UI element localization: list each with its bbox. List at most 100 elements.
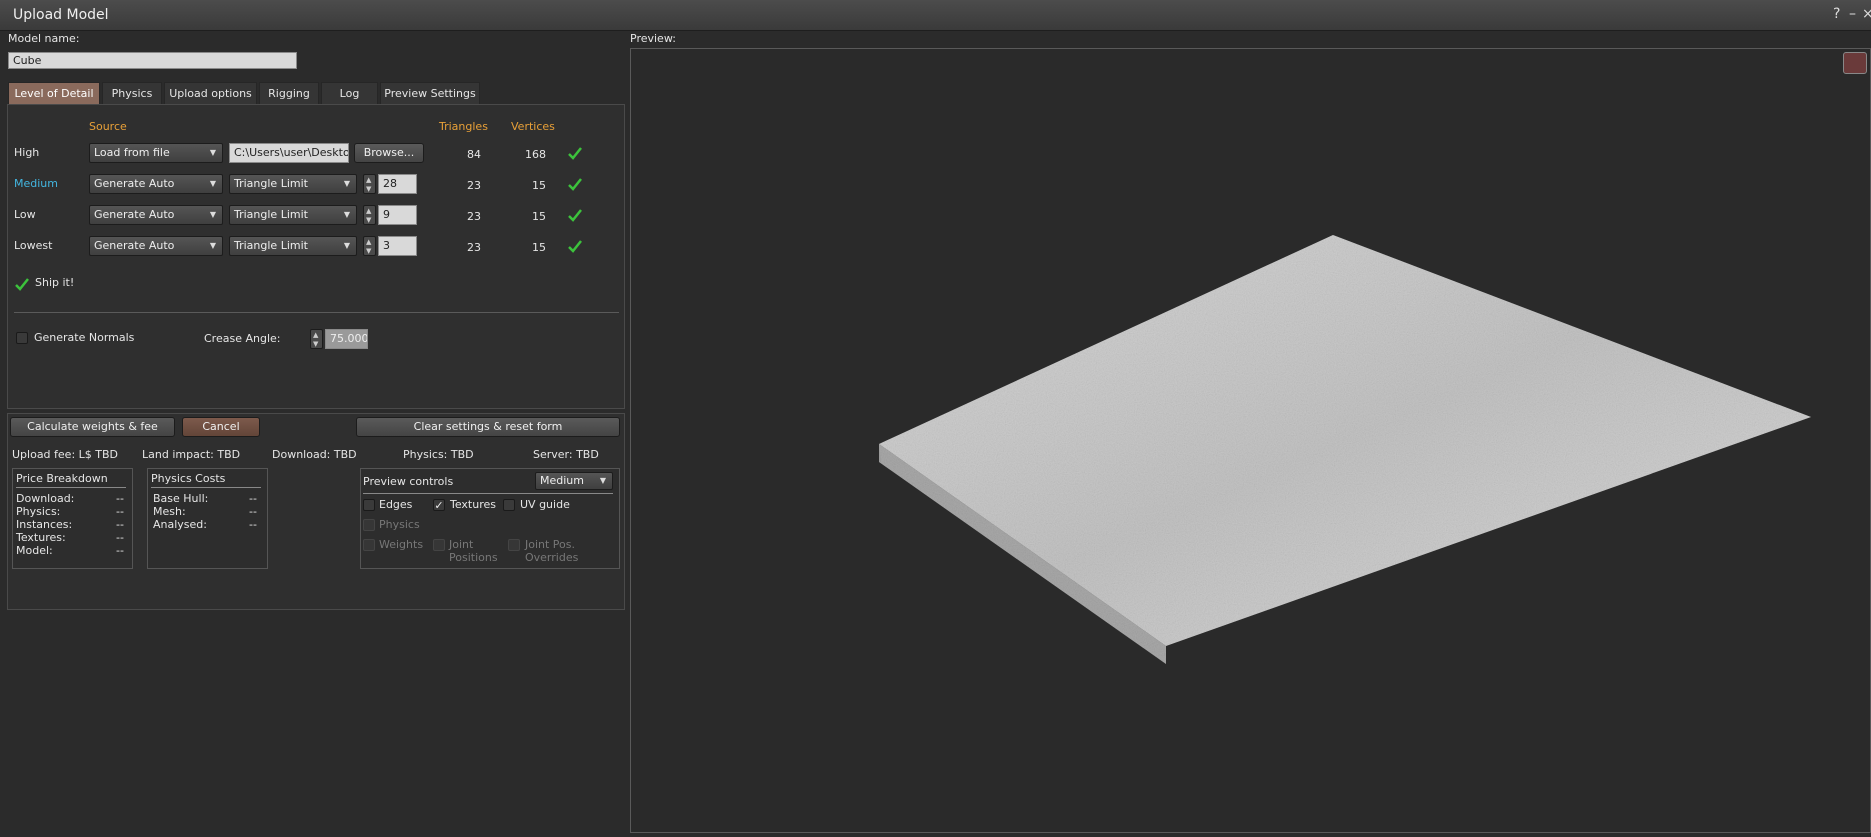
cancel-button[interactable]: Cancel bbox=[182, 417, 260, 437]
lod-lowest-triangles: 23 bbox=[467, 241, 481, 254]
tab-level-of-detail[interactable]: Level of Detail bbox=[8, 82, 100, 104]
crease-angle-spinner[interactable]: ▲ ▼ bbox=[310, 329, 323, 349]
tab-preview-settings[interactable]: Preview Settings bbox=[380, 82, 480, 104]
lod-high-label: High bbox=[14, 146, 40, 159]
close-button[interactable]: × bbox=[1862, 6, 1871, 22]
lod-lowest-source-select[interactable]: Generate Auto ▼ bbox=[89, 236, 223, 256]
generate-normals-checkbox[interactable] bbox=[16, 332, 28, 344]
lod-lowest-method-select[interactable]: Triangle Limit ▼ bbox=[229, 236, 357, 256]
lod-low-label: Low bbox=[14, 208, 36, 221]
model-name-input[interactable]: Cube bbox=[8, 52, 297, 69]
price-textures-value: -- bbox=[116, 531, 124, 544]
lod-medium-check-icon bbox=[568, 178, 582, 191]
lod-low-method-select[interactable]: Triangle Limit ▼ bbox=[229, 205, 357, 225]
joint-overrides-checkbox[interactable] bbox=[508, 539, 520, 551]
joint-positions-checkbox[interactable] bbox=[433, 539, 445, 551]
price-instances-label: Instances: bbox=[16, 518, 73, 531]
lod-lowest-check-icon bbox=[568, 240, 582, 253]
analysed-label: Analysed: bbox=[153, 518, 207, 531]
lod-lowest-spinner[interactable]: ▲ ▼ bbox=[363, 236, 376, 256]
lod-low-check-icon bbox=[568, 209, 582, 222]
price-breakdown-title: Price Breakdown bbox=[16, 472, 108, 485]
lod-high-source-select[interactable]: Load from file ▼ bbox=[89, 143, 223, 163]
lod-medium-source-select[interactable]: Generate Auto ▼ bbox=[89, 174, 223, 194]
lod-medium-vertices: 15 bbox=[532, 179, 546, 192]
browse-button[interactable]: Browse... bbox=[354, 143, 424, 163]
edges-checkbox[interactable] bbox=[363, 499, 375, 511]
download-fee: Download: TBD bbox=[272, 448, 357, 461]
base-hull-label: Base Hull: bbox=[153, 492, 209, 505]
lod-high-triangles: 84 bbox=[467, 148, 481, 161]
preview-viewport[interactable] bbox=[630, 48, 1871, 833]
preview-controls-rule bbox=[363, 493, 613, 494]
tab-physics[interactable]: Physics bbox=[102, 82, 162, 104]
lod-low-vertices: 15 bbox=[532, 210, 546, 223]
price-model-value: -- bbox=[116, 544, 124, 557]
base-hull-value: -- bbox=[249, 492, 257, 505]
price-physics-value: -- bbox=[116, 505, 124, 518]
triangles-header: Triangles bbox=[439, 120, 488, 133]
crease-angle-label: Crease Angle: bbox=[204, 332, 281, 345]
avatar-icon[interactable] bbox=[1843, 52, 1867, 74]
land-impact: Land impact: TBD bbox=[142, 448, 241, 461]
calculate-weights-button[interactable]: Calculate weights & fee bbox=[10, 417, 175, 437]
joint-overrides-label-1: Joint Pos. bbox=[525, 538, 576, 551]
physics-checkbox[interactable] bbox=[363, 519, 375, 531]
divider bbox=[14, 312, 619, 313]
lod-high-vertices: 168 bbox=[525, 148, 546, 161]
help-button[interactable]: ? bbox=[1833, 6, 1840, 22]
lod-high-file-input[interactable]: C:\Users\user\Desktop bbox=[229, 143, 349, 163]
window-title: Upload Model bbox=[13, 7, 109, 23]
price-textures-label: Textures: bbox=[16, 531, 66, 544]
server-fee: Server: TBD bbox=[533, 448, 599, 461]
model-name-label: Model name: bbox=[8, 32, 80, 45]
price-download-label: Download: bbox=[16, 492, 75, 505]
minimize-button[interactable]: – bbox=[1849, 6, 1856, 22]
physics-fee: Physics: TBD bbox=[403, 448, 474, 461]
upload-fee: Upload fee: L$ TBD bbox=[12, 448, 119, 461]
lod-lowest-vertices: 15 bbox=[532, 241, 546, 254]
mesh-label: Mesh: bbox=[153, 505, 186, 518]
tab-log[interactable]: Log bbox=[321, 82, 378, 104]
uv-guide-checkbox[interactable] bbox=[503, 499, 515, 511]
physics-label: Physics bbox=[379, 518, 420, 531]
analysed-value: -- bbox=[249, 518, 257, 531]
joint-positions-label-2: Positions bbox=[449, 551, 498, 564]
vertices-header: Vertices bbox=[511, 120, 555, 133]
price-physics-label: Physics: bbox=[16, 505, 61, 518]
price-model-label: Model: bbox=[16, 544, 53, 557]
lod-medium-method-select[interactable]: Triangle Limit ▼ bbox=[229, 174, 357, 194]
edges-label: Edges bbox=[379, 498, 413, 511]
uv-guide-label: UV guide bbox=[520, 498, 570, 511]
lod-low-limit-input[interactable]: 9 bbox=[378, 205, 417, 225]
lod-medium-limit-input[interactable]: 28 bbox=[378, 174, 417, 194]
weights-checkbox[interactable] bbox=[363, 539, 375, 551]
lod-medium-label: Medium bbox=[14, 177, 58, 190]
source-header: Source bbox=[89, 120, 127, 133]
lod-high-check-icon bbox=[568, 147, 582, 160]
lod-lowest-limit-input[interactable]: 3 bbox=[378, 236, 417, 256]
textures-label: Textures bbox=[450, 498, 496, 511]
preview-label: Preview: bbox=[630, 32, 676, 45]
crease-angle-input[interactable]: 75.000 bbox=[325, 329, 368, 349]
physics-costs-rule bbox=[151, 487, 261, 488]
ship-it-label: Ship it! bbox=[35, 276, 75, 289]
joint-overrides-label-2: Overrides bbox=[525, 551, 579, 564]
preview-controls-title: Preview controls bbox=[363, 475, 454, 488]
title-bar: Upload Model ? – × bbox=[0, 0, 1871, 31]
textures-checkbox[interactable]: ✓ bbox=[433, 499, 445, 511]
weights-label: Weights bbox=[379, 538, 424, 551]
preview-model-render bbox=[879, 235, 1811, 664]
mesh-value: -- bbox=[249, 505, 257, 518]
clear-settings-button[interactable]: Clear settings & reset form bbox=[356, 417, 620, 437]
tab-rigging[interactable]: Rigging bbox=[259, 82, 319, 104]
preview-lod-select[interactable]: Medium ▼ bbox=[535, 472, 613, 490]
generate-normals-label: Generate Normals bbox=[34, 331, 135, 344]
ship-it-check-icon bbox=[15, 278, 29, 291]
lod-low-source-select[interactable]: Generate Auto ▼ bbox=[89, 205, 223, 225]
tab-upload-options[interactable]: Upload options bbox=[164, 82, 257, 104]
lod-low-spinner[interactable]: ▲ ▼ bbox=[363, 205, 376, 225]
lod-medium-triangles: 23 bbox=[467, 179, 481, 192]
lod-medium-spinner[interactable]: ▲ ▼ bbox=[363, 174, 376, 194]
lod-lowest-label: Lowest bbox=[14, 239, 53, 252]
